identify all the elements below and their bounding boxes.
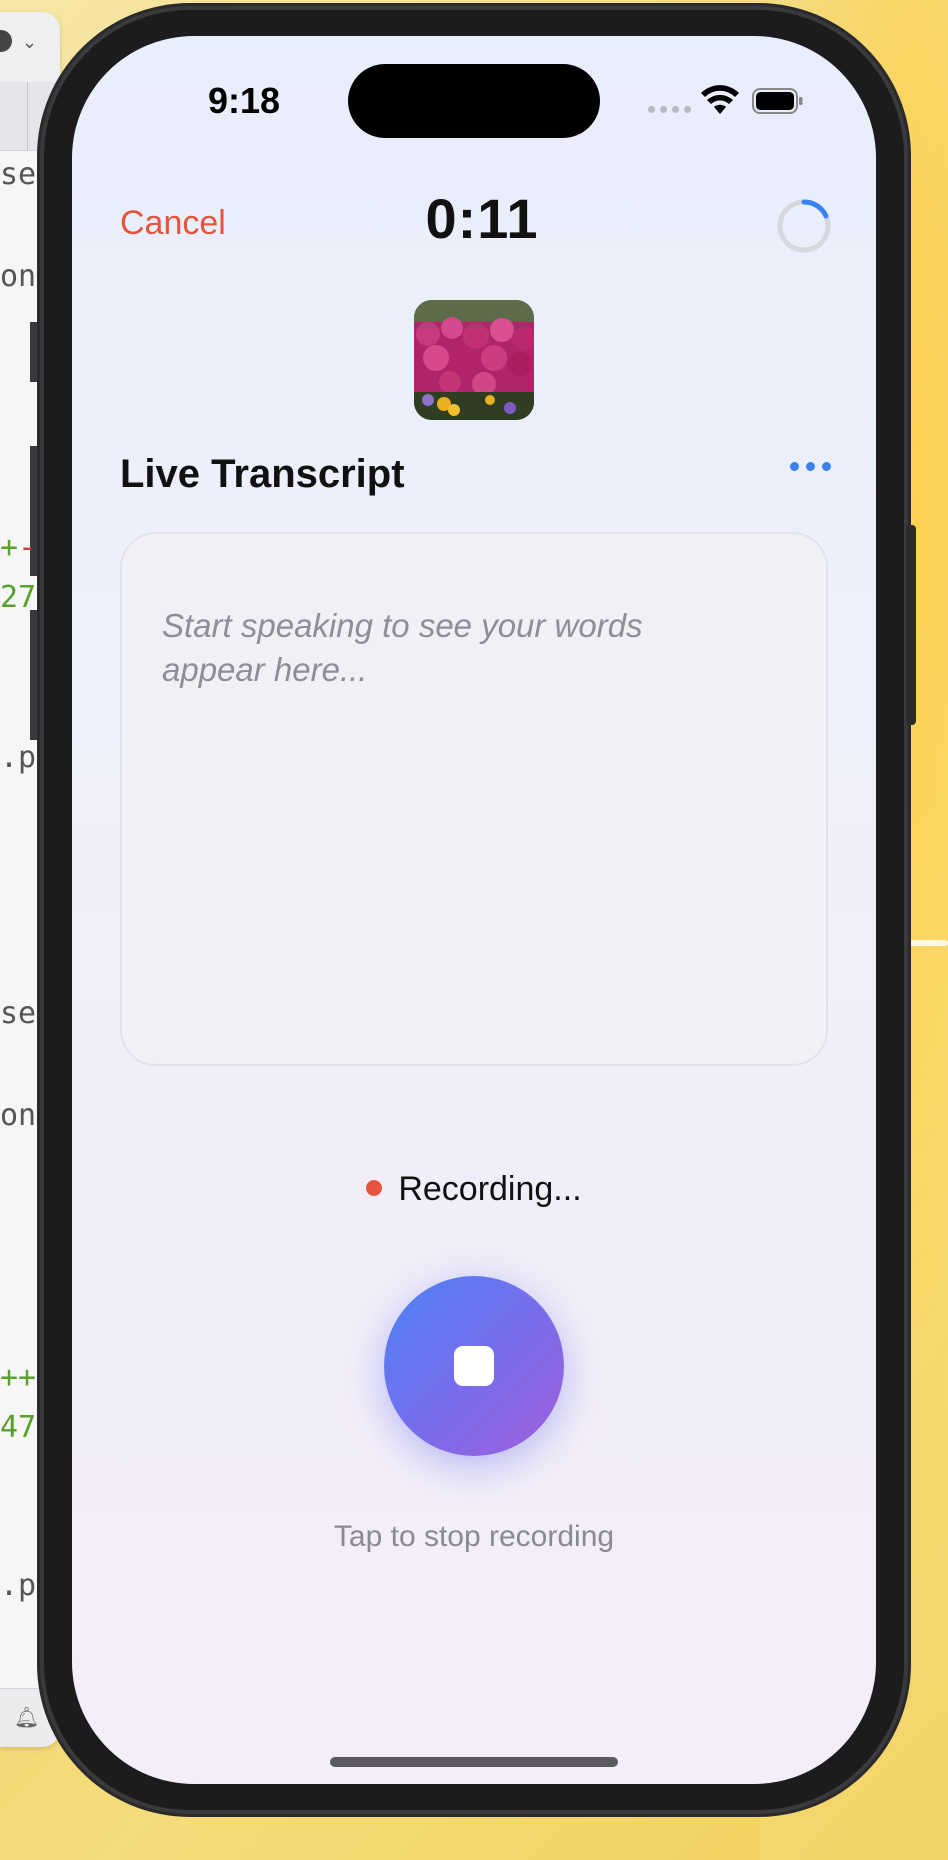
phone-screen: 9:18 Cancel 0:11 Live Transcript Start s… (72, 36, 876, 1784)
wallpaper-highlight (905, 940, 948, 946)
wifi-icon (701, 85, 739, 114)
section-title: Live Transcript (120, 452, 405, 496)
cancel-button[interactable]: Cancel (120, 204, 226, 243)
stop-hint: Tap to stop recording (333, 1520, 615, 1553)
recording-status-label: Recording... (398, 1170, 582, 1208)
status-time: 9:18 (207, 80, 281, 121)
side-button (906, 525, 916, 725)
photo-thumbnail[interactable] (414, 300, 534, 420)
code-line: ++ (0, 1360, 37, 1395)
transcript-area[interactable]: Start speaking to see your words appear … (120, 532, 828, 1066)
editor-titlebar: ⌄ (0, 12, 60, 83)
stop-recording-button[interactable] (384, 1276, 564, 1456)
tab-divider (27, 82, 28, 150)
chevron-down-icon[interactable]: ⌄ (22, 32, 37, 53)
more-options-icon[interactable] (790, 462, 831, 471)
bell-icon[interactable]: 🔔︎ (14, 1705, 39, 1729)
cellular-signal-icon (648, 106, 691, 113)
battery-icon (752, 88, 803, 114)
dynamic-island (348, 64, 600, 138)
change-marker (30, 322, 38, 382)
recording-status: Recording... (72, 1170, 876, 1209)
home-indicator[interactable] (330, 1757, 618, 1767)
loading-spinner-icon (777, 199, 831, 253)
transcript-placeholder: Start speaking to see your words appear … (162, 607, 643, 688)
stop-icon (454, 1346, 494, 1386)
change-marker (30, 610, 38, 740)
recording-timer: 0:11 (425, 187, 539, 250)
avatar (0, 30, 12, 52)
recording-dot-icon (366, 1180, 383, 1197)
code-line: +- (0, 530, 37, 565)
